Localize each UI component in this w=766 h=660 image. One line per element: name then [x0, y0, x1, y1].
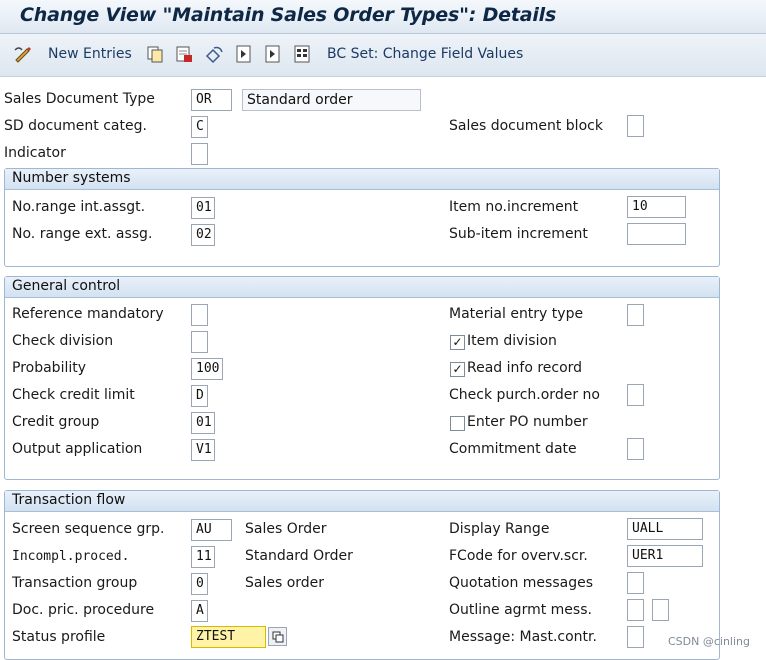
- reference-mandatory-input[interactable]: [191, 304, 208, 326]
- material-entry-type-label: Material entry type: [449, 306, 584, 322]
- credit-group-label: Credit group: [12, 414, 100, 430]
- check-purch-order-no-input[interactable]: [627, 384, 644, 406]
- item-no-increment-label: Item no.increment: [449, 199, 579, 215]
- delete-icon[interactable]: [174, 44, 194, 64]
- read-info-record-checkbox[interactable]: ✓: [450, 362, 465, 377]
- message-mast-contr-input[interactable]: [627, 626, 644, 648]
- copy-as-icon[interactable]: [145, 44, 165, 64]
- general-control-header: General control: [5, 277, 719, 298]
- sales-document-block-label: Sales document block: [449, 118, 603, 134]
- doc-pric-procedure-input[interactable]: A: [191, 600, 208, 622]
- number-systems-section: Number systems: [4, 168, 720, 267]
- commitment-date-input[interactable]: [627, 438, 644, 460]
- sales-document-type-description: Standard order: [242, 89, 421, 111]
- quotation-messages-label: Quotation messages: [449, 575, 594, 591]
- value-help-button[interactable]: [268, 627, 287, 646]
- message-mast-contr-label: Message: Mast.contr.: [449, 629, 597, 645]
- item-division-checkbox[interactable]: ✓: [450, 335, 465, 350]
- status-profile-input[interactable]: ZTEST: [191, 626, 266, 648]
- item-division-label: Item division: [467, 333, 557, 349]
- status-profile-label: Status profile: [12, 629, 106, 645]
- reference-mandatory-label: Reference mandatory: [12, 306, 164, 322]
- read-info-record-label: Read info record: [467, 360, 583, 376]
- check-credit-limit-input[interactable]: D: [191, 385, 208, 407]
- sales-document-block-input[interactable]: [627, 115, 644, 137]
- display-change-icon[interactable]: [13, 44, 33, 64]
- copy-icon: [272, 631, 283, 642]
- incompl-proced-description: Standard Order: [245, 548, 353, 564]
- previous-entry-icon[interactable]: [234, 44, 254, 64]
- check-division-label: Check division: [12, 333, 114, 349]
- output-application-input[interactable]: V1: [191, 439, 215, 461]
- select-all-icon[interactable]: [292, 44, 312, 64]
- quotation-messages-input[interactable]: [627, 572, 644, 594]
- probability-label: Probability: [12, 360, 87, 376]
- transaction-group-label: Transaction group: [12, 575, 138, 591]
- display-range-label: Display Range: [449, 521, 550, 537]
- number-systems-header: Number systems: [5, 169, 719, 190]
- commitment-date-label: Commitment date: [449, 441, 577, 457]
- sub-item-increment-input[interactable]: [627, 223, 686, 245]
- transaction-group-description: Sales order: [245, 575, 325, 591]
- sales-document-type-label: Sales Document Type: [4, 91, 155, 107]
- enter-po-number-checkbox[interactable]: [450, 416, 465, 431]
- material-entry-type-input[interactable]: [627, 304, 644, 326]
- application-toolbar: New Entries BC Set: Change Field Values: [0, 34, 766, 77]
- screen-sequence-grp-description: Sales Order: [245, 521, 327, 537]
- transaction-flow-header: Transaction flow: [5, 491, 719, 512]
- screen-sequence-grp-input[interactable]: AU: [191, 519, 232, 541]
- check-credit-limit-label: Check credit limit: [12, 387, 135, 403]
- output-application-label: Output application: [12, 441, 143, 457]
- no-range-int-input[interactable]: 01: [191, 197, 215, 219]
- doc-pric-procedure-label: Doc. pric. procedure: [12, 602, 155, 618]
- sales-document-type-input[interactable]: OR: [191, 89, 232, 111]
- item-no-increment-input[interactable]: 10: [627, 196, 686, 218]
- indicator-input[interactable]: [191, 143, 208, 165]
- fcode-overv-scr-input[interactable]: UER1: [627, 545, 703, 567]
- window-title: Change View "Maintain Sales Order Types"…: [20, 4, 557, 26]
- incompl-proced-input[interactable]: 11: [191, 546, 215, 568]
- no-range-int-label: No.range int.assgt.: [12, 199, 146, 215]
- watermark: CSDN @cinling: [667, 635, 750, 648]
- credit-group-input[interactable]: 01: [191, 412, 215, 434]
- title-bar: Change View "Maintain Sales Order Types"…: [0, 0, 766, 34]
- check-division-input[interactable]: [191, 331, 208, 353]
- check-purch-order-no-label: Check purch.order no: [449, 387, 600, 403]
- screen-sequence-grp-label: Screen sequence grp.: [12, 521, 165, 537]
- incompl-proced-label: Incompl.proced.: [12, 549, 130, 564]
- next-entry-icon[interactable]: [263, 44, 283, 64]
- no-range-ext-label: No. range ext. assg.: [12, 226, 153, 242]
- sd-document-categ-label: SD document categ.: [4, 118, 147, 134]
- outline-agrmt-mess-input[interactable]: [627, 599, 644, 621]
- sd-document-categ-input[interactable]: C: [191, 116, 208, 138]
- enter-po-number-label: Enter PO number: [467, 414, 588, 430]
- transaction-group-input[interactable]: 0: [191, 573, 208, 595]
- probability-input[interactable]: 100: [191, 358, 223, 380]
- sub-item-increment-label: Sub-item increment: [449, 226, 588, 242]
- outline-agrmt-mess-extra-input[interactable]: [652, 599, 669, 621]
- undo-change-icon[interactable]: [204, 44, 224, 64]
- outline-agrmt-mess-label: Outline agrmt mess.: [449, 602, 592, 618]
- no-range-ext-input[interactable]: 02: [191, 224, 215, 246]
- new-entries-button[interactable]: New Entries: [48, 46, 132, 62]
- fcode-overv-scr-label: FCode for overv.scr.: [449, 548, 588, 564]
- bc-set-change-field-values-button[interactable]: BC Set: Change Field Values: [327, 46, 523, 62]
- indicator-label: Indicator: [4, 145, 66, 161]
- display-range-input[interactable]: UALL: [627, 518, 703, 540]
